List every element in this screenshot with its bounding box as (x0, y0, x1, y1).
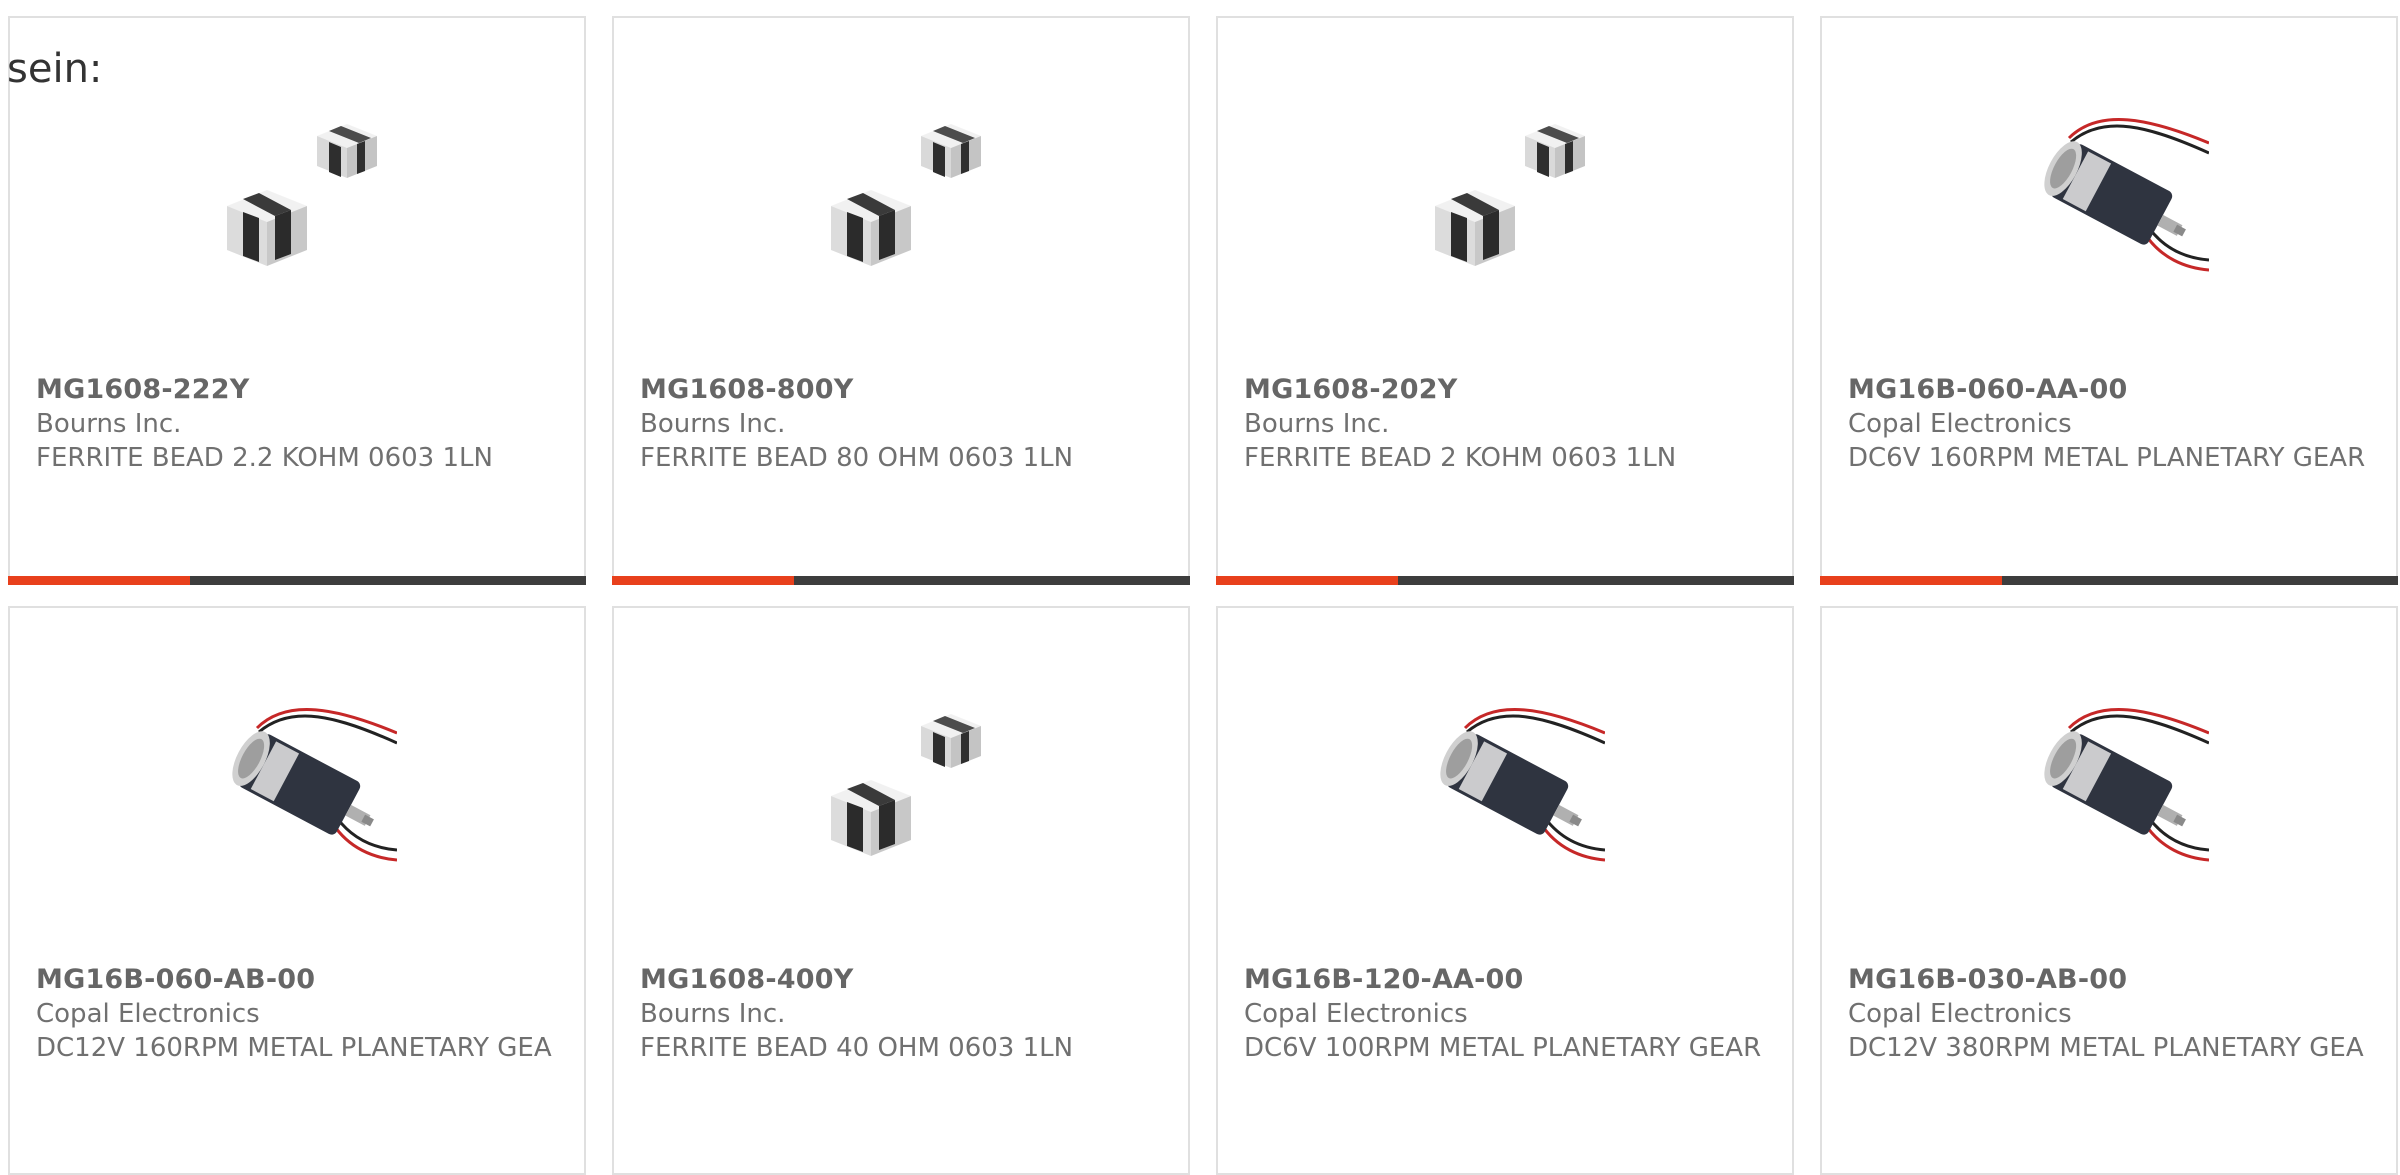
product-description: DC12V 160RPM METAL PLANETARY GEA (36, 1033, 552, 1063)
part-number-link[interactable]: MG1608-400Y (640, 963, 1168, 997)
product-info: MG16B-060-AB-00 Copal Electronics DC12V … (36, 963, 564, 1065)
product-description: DC6V 160RPM METAL PLANETARY GEAR (1848, 443, 2366, 473)
ferrite-bead-icon (1218, 98, 1792, 328)
manufacturer: Copal Electronics (1848, 999, 2072, 1029)
manufacturer: Bourns Inc. (36, 409, 182, 439)
product-info: MG16B-120-AA-00 Copal Electronics DC6V 1… (1244, 963, 1772, 1065)
manufacturer: Copal Electronics (1848, 409, 2072, 439)
part-number-link[interactable]: MG1608-800Y (640, 373, 1168, 407)
part-number-link[interactable]: MG1608-202Y (1244, 373, 1772, 407)
manufacturer: Bourns Inc. (640, 409, 786, 439)
card-bottom-bar (612, 576, 1190, 585)
product-card[interactable]: MG16B-060-AB-00 Copal Electronics DC12V … (8, 606, 586, 1175)
product-info: MG16B-030-AB-00 Copal Electronics DC12V … (1848, 963, 2376, 1065)
card-accent-bar (612, 576, 794, 585)
product-description: DC12V 380RPM METAL PLANETARY GEA (1848, 1033, 2364, 1063)
product-card[interactable]: MG16B-120-AA-00 Copal Electronics DC6V 1… (1216, 606, 1794, 1175)
product-info: MG1608-202Y Bourns Inc. FERRITE BEAD 2 K… (1244, 373, 1772, 475)
product-card[interactable]: MG1608-222Y Bourns Inc. FERRITE BEAD 2.2… (8, 16, 586, 585)
card-bottom-bar (1216, 576, 1794, 585)
card-accent-bar (1216, 576, 1398, 585)
product-info: MG1608-222Y Bourns Inc. FERRITE BEAD 2.2… (36, 373, 564, 475)
product-card[interactable]: MG1608-400Y Bourns Inc. FERRITE BEAD 40 … (612, 606, 1190, 1175)
part-number-link[interactable]: MG16B-030-AB-00 (1848, 963, 2376, 997)
product-info: MG1608-400Y Bourns Inc. FERRITE BEAD 40 … (640, 963, 1168, 1065)
product-description: DC6V 100RPM METAL PLANETARY GEAR (1244, 1033, 1762, 1063)
product-description: FERRITE BEAD 2 KOHM 0603 1LN (1244, 443, 1677, 473)
part-number-link[interactable]: MG16B-120-AA-00 (1244, 963, 1772, 997)
part-number-link[interactable]: MG1608-222Y (36, 373, 564, 407)
section-heading: sein: (7, 46, 103, 92)
product-description: FERRITE BEAD 40 OHM 0603 1LN (640, 1033, 1074, 1063)
product-card[interactable]: MG16B-060-AA-00 Copal Electronics DC6V 1… (1820, 16, 2398, 585)
part-number-link[interactable]: MG16B-060-AB-00 (36, 963, 564, 997)
gear-motor-icon (1822, 98, 2396, 328)
product-grid: MG1608-222Y Bourns Inc. FERRITE BEAD 2.2… (0, 0, 2400, 1175)
gear-motor-icon (1218, 688, 1792, 918)
ferrite-bead-icon (614, 98, 1188, 328)
card-accent-bar (8, 576, 190, 585)
ferrite-bead-icon (10, 98, 584, 328)
card-bottom-bar (8, 576, 586, 585)
product-description: FERRITE BEAD 2.2 KOHM 0603 1LN (36, 443, 493, 473)
manufacturer: Copal Electronics (36, 999, 260, 1029)
manufacturer: Bourns Inc. (1244, 409, 1390, 439)
gear-motor-icon (1822, 688, 2396, 918)
product-card[interactable]: MG1608-800Y Bourns Inc. FERRITE BEAD 80 … (612, 16, 1190, 585)
product-description: FERRITE BEAD 80 OHM 0603 1LN (640, 443, 1074, 473)
ferrite-bead-icon (614, 688, 1188, 918)
product-info: MG16B-060-AA-00 Copal Electronics DC6V 1… (1848, 373, 2376, 475)
card-accent-bar (1820, 576, 2002, 585)
product-info: MG1608-800Y Bourns Inc. FERRITE BEAD 80 … (640, 373, 1168, 475)
product-card[interactable]: MG1608-202Y Bourns Inc. FERRITE BEAD 2 K… (1216, 16, 1794, 585)
part-number-link[interactable]: MG16B-060-AA-00 (1848, 373, 2376, 407)
product-card[interactable]: MG16B-030-AB-00 Copal Electronics DC12V … (1820, 606, 2398, 1175)
manufacturer: Copal Electronics (1244, 999, 1468, 1029)
manufacturer: Bourns Inc. (640, 999, 786, 1029)
gear-motor-icon (10, 688, 584, 918)
card-bottom-bar (1820, 576, 2398, 585)
